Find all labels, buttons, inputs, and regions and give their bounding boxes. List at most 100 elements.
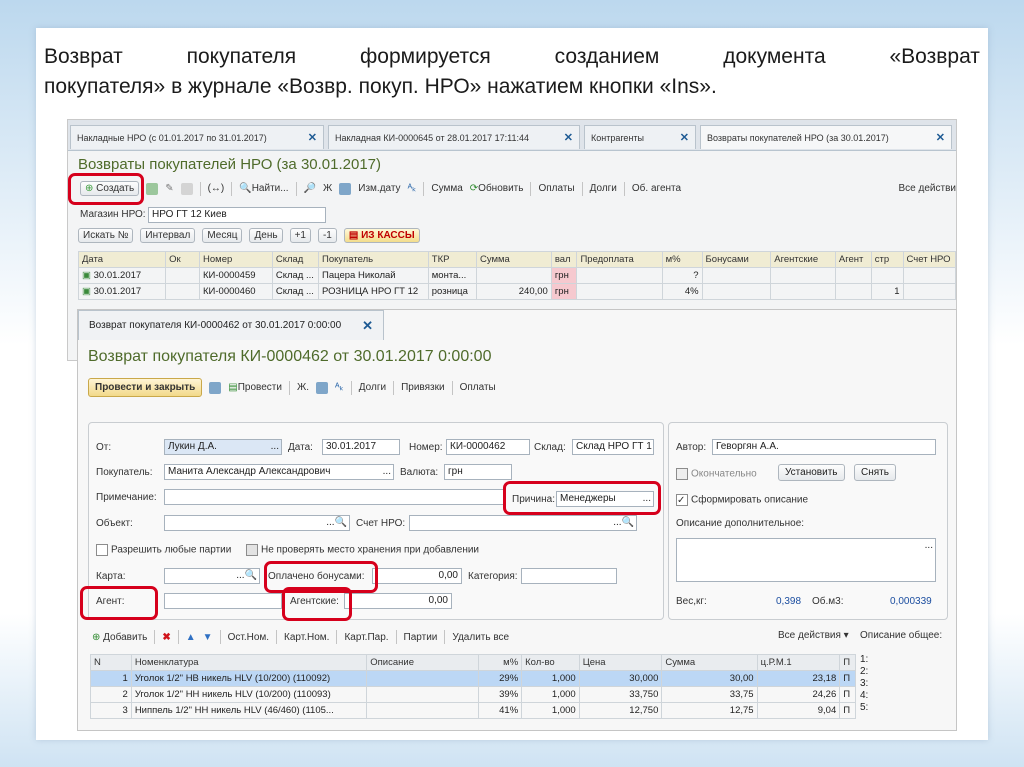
payments-button[interactable]: Оплаты bbox=[460, 382, 496, 393]
sum-button[interactable]: Сумма bbox=[431, 183, 462, 194]
lines-all-actions-menu[interactable]: Все действия ▾ bbox=[778, 630, 849, 641]
zh-button[interactable]: Ж. bbox=[297, 382, 309, 393]
column-header[interactable]: м% bbox=[478, 654, 523, 671]
close-icon[interactable]: ✕ bbox=[362, 311, 373, 341]
post-and-close-button[interactable]: Провести и закрыть bbox=[88, 378, 203, 397]
bonus-field[interactable]: 0,00 bbox=[372, 568, 462, 584]
payments-button[interactable]: Оплаты bbox=[538, 183, 574, 194]
document-tab[interactable]: Возврат покупателя КИ-0000462 от 30.01.2… bbox=[78, 310, 384, 340]
more-icon[interactable]: ... bbox=[271, 440, 279, 454]
column-header[interactable]: ц.Р.М.1 bbox=[756, 654, 841, 671]
extra-description-field[interactable]: ... bbox=[676, 538, 936, 582]
change-date-button[interactable]: Изм.дату bbox=[358, 183, 400, 194]
table-row[interactable]: ▣ 30.01.2017 КИ-0000459 Склад ... Пацера… bbox=[77, 267, 957, 284]
column-header[interactable]: N bbox=[90, 654, 132, 671]
column-header[interactable]: вал bbox=[550, 251, 578, 268]
debts-button[interactable]: Долги bbox=[590, 183, 617, 194]
kart-nom-button[interactable]: Карт.Ном. bbox=[284, 632, 329, 643]
agent-button[interactable]: Об. агента bbox=[632, 183, 681, 194]
account-field[interactable]: ...🔍 bbox=[409, 515, 637, 531]
search-icon[interactable]: ...🔍 bbox=[236, 569, 257, 583]
column-header[interactable]: Счет НРО bbox=[902, 251, 957, 268]
column-header[interactable]: Предоплата bbox=[576, 251, 663, 268]
agent-field[interactable] bbox=[164, 593, 282, 609]
final-checkbox[interactable]: Окончательно bbox=[676, 468, 757, 480]
batches-button[interactable]: Партии bbox=[404, 632, 438, 643]
interval-button[interactable]: Интервал bbox=[140, 228, 196, 243]
column-header[interactable]: П bbox=[839, 654, 856, 671]
search-number-button[interactable]: Искать № bbox=[78, 228, 134, 243]
sort-icon[interactable]: ᴬₖ bbox=[408, 183, 417, 194]
filter-icon[interactable]: 🔎 bbox=[304, 183, 316, 194]
currency-field[interactable]: грн bbox=[444, 464, 512, 480]
all-actions-menu[interactable]: Все действи bbox=[899, 183, 956, 194]
post-button[interactable]: ▤Провести bbox=[228, 382, 282, 393]
delete-icon[interactable] bbox=[180, 182, 193, 195]
card-field[interactable]: ...🔍 bbox=[164, 568, 260, 584]
column-header[interactable]: Номенклатура bbox=[130, 654, 368, 671]
column-header[interactable]: Цена bbox=[578, 654, 663, 671]
table-row[interactable]: 3 Ниппель 1/2" НН никель HLV (46/460) (1… bbox=[90, 702, 856, 719]
copy-icon[interactable] bbox=[146, 182, 159, 195]
more-icon[interactable]: ... bbox=[925, 539, 933, 553]
edit-icon[interactable]: ✎ bbox=[165, 183, 173, 194]
arrow-down-icon[interactable]: ▼ bbox=[203, 632, 213, 643]
close-icon[interactable]: ✕ bbox=[308, 126, 317, 150]
column-header[interactable]: Кол-во bbox=[521, 654, 580, 671]
links-button[interactable]: Привязки bbox=[401, 382, 445, 393]
table-row[interactable]: 2 Уголок 1/2" НН никель HLV (10/200) (11… bbox=[90, 686, 856, 703]
close-icon[interactable]: ✕ bbox=[936, 126, 945, 150]
report-icon[interactable] bbox=[339, 182, 352, 195]
column-header[interactable]: Дата bbox=[77, 251, 167, 268]
tab-invoice-645[interactable]: Накладная КИ-0000645 от 28.01.2017 17:11… bbox=[328, 125, 580, 149]
column-header[interactable]: ТКР bbox=[427, 251, 477, 268]
plus-day-button[interactable]: +1 bbox=[289, 228, 311, 243]
column-header[interactable]: Описание bbox=[366, 654, 480, 671]
more-icon[interactable]: ... bbox=[383, 465, 391, 479]
warehouse-field[interactable]: Склад НРО ГТ 1 bbox=[572, 439, 654, 455]
debts-button[interactable]: Долги bbox=[359, 382, 386, 393]
zh-button[interactable]: Ж bbox=[323, 183, 332, 194]
column-header[interactable]: Ок bbox=[165, 251, 201, 268]
save-icon[interactable] bbox=[209, 381, 222, 394]
table-row[interactable]: 1 Уголок 1/2" НВ никель HLV (10/200) (11… bbox=[90, 670, 856, 687]
day-button[interactable]: День bbox=[249, 228, 283, 243]
column-header[interactable]: Агентские bbox=[770, 251, 836, 268]
column-header[interactable]: Сумма bbox=[475, 251, 552, 268]
tab-returns[interactable]: Возвраты покупателей НРО (за 30.01.2017)… bbox=[700, 125, 952, 149]
remove-button[interactable]: Снять bbox=[854, 464, 896, 481]
author-field[interactable]: Геворгян А.А. bbox=[712, 439, 936, 455]
close-icon[interactable]: ✕ bbox=[680, 126, 689, 150]
column-header[interactable]: Сумма bbox=[661, 654, 758, 671]
store-field[interactable]: НРО ГТ 12 Киев bbox=[148, 207, 326, 223]
add-line-button[interactable]: ⊕ Добавить bbox=[92, 632, 147, 643]
allow-batches-checkbox[interactable]: Разрешить любые партии bbox=[96, 544, 231, 556]
no-check-storage-checkbox[interactable]: Не проверять место хранения при добавлен… bbox=[246, 544, 479, 556]
column-header[interactable]: м% bbox=[661, 251, 703, 268]
report-icon[interactable] bbox=[315, 381, 328, 394]
post-icon[interactable]: (↔) bbox=[208, 183, 225, 194]
column-header[interactable]: стр bbox=[870, 251, 904, 268]
tab-invoices[interactable]: Накладные НРО (с 01.01.2017 по 31.01.201… bbox=[70, 125, 324, 149]
ost-nom-button[interactable]: Ост.Ном. bbox=[228, 632, 269, 643]
search-icon[interactable]: ...🔍 bbox=[613, 516, 634, 530]
refresh-button[interactable]: ⟳Обновить bbox=[470, 183, 524, 194]
close-icon[interactable]: ✕ bbox=[564, 126, 573, 150]
find-button[interactable]: 🔍Найти... bbox=[239, 183, 288, 194]
column-header[interactable]: Агент bbox=[834, 251, 872, 268]
search-icon[interactable]: ...🔍 bbox=[326, 516, 347, 530]
agent-fee-field[interactable]: 0,00 bbox=[344, 593, 452, 609]
column-header[interactable]: Номер bbox=[199, 251, 273, 268]
set-button[interactable]: Установить bbox=[778, 464, 845, 481]
delete-all-button[interactable]: Удалить все bbox=[452, 632, 509, 643]
from-field[interactable]: Лукин Д.А.... bbox=[164, 439, 282, 455]
sort-icon[interactable]: ᴬₖ bbox=[335, 382, 344, 393]
arrow-up-icon[interactable]: ▲ bbox=[186, 632, 196, 643]
column-header[interactable]: Склад bbox=[271, 251, 320, 268]
minus-day-button[interactable]: -1 bbox=[317, 228, 337, 243]
column-header[interactable]: Покупатель bbox=[318, 251, 429, 268]
table-row[interactable]: ▣ 30.01.2017 КИ-0000460 Склад ... РОЗНИЦ… bbox=[77, 283, 957, 300]
note-field[interactable] bbox=[164, 489, 504, 505]
column-header[interactable]: Бонусами bbox=[701, 251, 772, 268]
from-cash-button[interactable]: ▤ ИЗ КАССЫ bbox=[343, 228, 420, 243]
